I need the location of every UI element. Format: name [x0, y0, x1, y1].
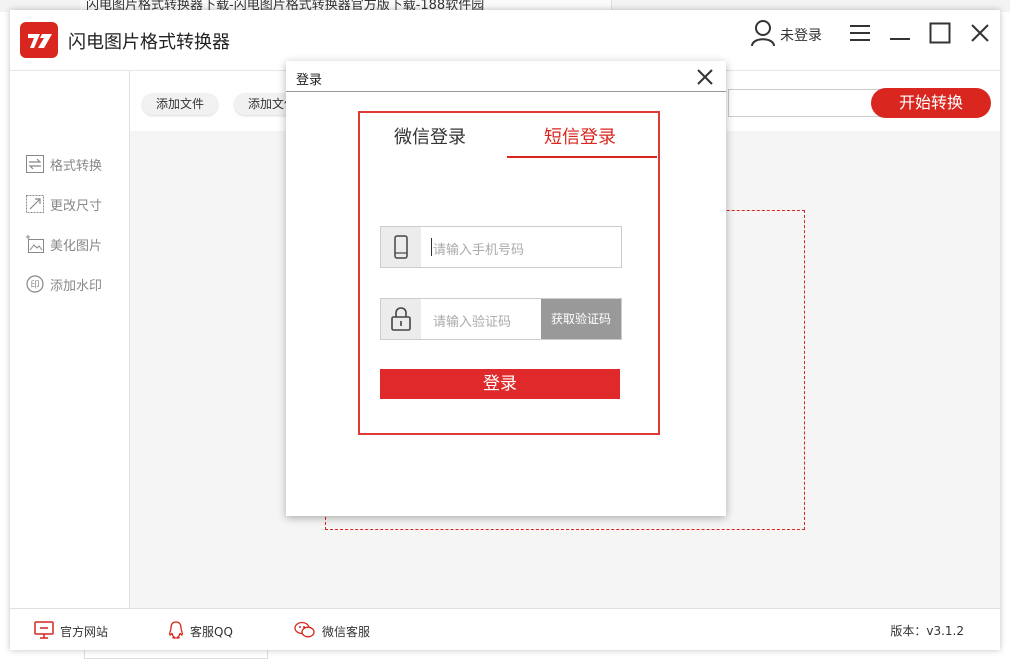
- app-title: 闪电图片格式转换器: [68, 32, 230, 53]
- maximize-icon: [929, 22, 951, 48]
- sidebar-item-label: 格式转换: [50, 158, 103, 174]
- minimize-icon: [889, 26, 911, 45]
- watermark-icon: 印: [26, 275, 44, 293]
- start-convert-button[interactable]: 开始转换: [871, 88, 991, 118]
- maximize-button[interactable]: [925, 20, 955, 50]
- sidebar-item-watermark[interactable]: 印 添加水印: [26, 273, 102, 295]
- wechat-label: 微信客服: [322, 625, 371, 639]
- sidebar-item-label: 更改尺寸: [50, 198, 103, 214]
- phone-icon: [381, 227, 421, 267]
- code-placeholder: 请输入验证码: [433, 315, 512, 330]
- wechat-service-link[interactable]: 微信客服: [294, 621, 370, 642]
- website-label: 官方网站: [60, 625, 109, 639]
- login-button[interactable]: 登录: [380, 369, 620, 399]
- close-icon: [970, 23, 990, 47]
- dialog-close-button[interactable]: [694, 66, 716, 88]
- active-tab-indicator: [507, 156, 657, 158]
- wechat-icon: [294, 621, 316, 642]
- beautify-icon: [26, 235, 44, 253]
- menu-button[interactable]: [845, 20, 875, 50]
- sidebar-item-format-convert[interactable]: 格式转换: [26, 153, 102, 175]
- qq-label: 客服QQ: [190, 625, 233, 639]
- monitor-icon: [34, 621, 54, 642]
- sidebar: 格式转换 更改尺寸 美化图片 印 添加水印: [10, 71, 130, 608]
- lightning-logo-icon: [20, 22, 58, 58]
- login-dialog: 登录 微信登录 短信登录 请输入手机号码 请输入验证码 获取验证码 登录: [286, 61, 726, 516]
- convert-icon: [26, 155, 44, 173]
- resize-icon: [26, 195, 44, 213]
- sidebar-item-beautify[interactable]: 美化图片: [26, 233, 102, 255]
- official-website-link[interactable]: 官方网站: [34, 621, 108, 642]
- close-button[interactable]: [965, 20, 995, 50]
- sidebar-item-resize[interactable]: 更改尺寸: [26, 193, 102, 215]
- tab-wechat-login[interactable]: 微信登录: [394, 123, 466, 149]
- qq-icon: [168, 621, 184, 642]
- verification-code-field[interactable]: 请输入验证码 获取验证码: [380, 298, 622, 340]
- sidebar-item-label: 添加水印: [50, 278, 103, 294]
- customer-qq-link[interactable]: 客服QQ: [168, 621, 233, 642]
- version-label: 版本：v3.1.2: [890, 624, 964, 638]
- phone-placeholder: 请输入手机号码: [433, 243, 525, 258]
- user-icon: [750, 19, 776, 51]
- footer: 官方网站 客服QQ 微信客服 版本：v3.1.2: [10, 608, 1000, 650]
- svg-text:印: 印: [30, 279, 39, 291]
- add-file-button[interactable]: 添加文件: [142, 93, 219, 115]
- get-code-button[interactable]: 获取验证码: [541, 299, 621, 339]
- login-panel: 微信登录 短信登录 请输入手机号码 请输入验证码 获取验证码 登录: [358, 111, 660, 435]
- dialog-divider: [286, 91, 726, 92]
- lock-icon: [381, 299, 421, 339]
- hamburger-icon: [849, 24, 871, 46]
- close-icon: [694, 69, 716, 92]
- text-caret: [431, 238, 432, 256]
- dialog-title: 登录: [296, 73, 323, 88]
- user-label: 未登录: [780, 28, 822, 44]
- login-status[interactable]: 未登录: [750, 18, 822, 52]
- phone-field[interactable]: 请输入手机号码: [380, 226, 622, 268]
- minimize-button[interactable]: [885, 20, 915, 50]
- tab-sms-login[interactable]: 短信登录: [544, 123, 616, 149]
- sidebar-item-label: 美化图片: [50, 238, 103, 254]
